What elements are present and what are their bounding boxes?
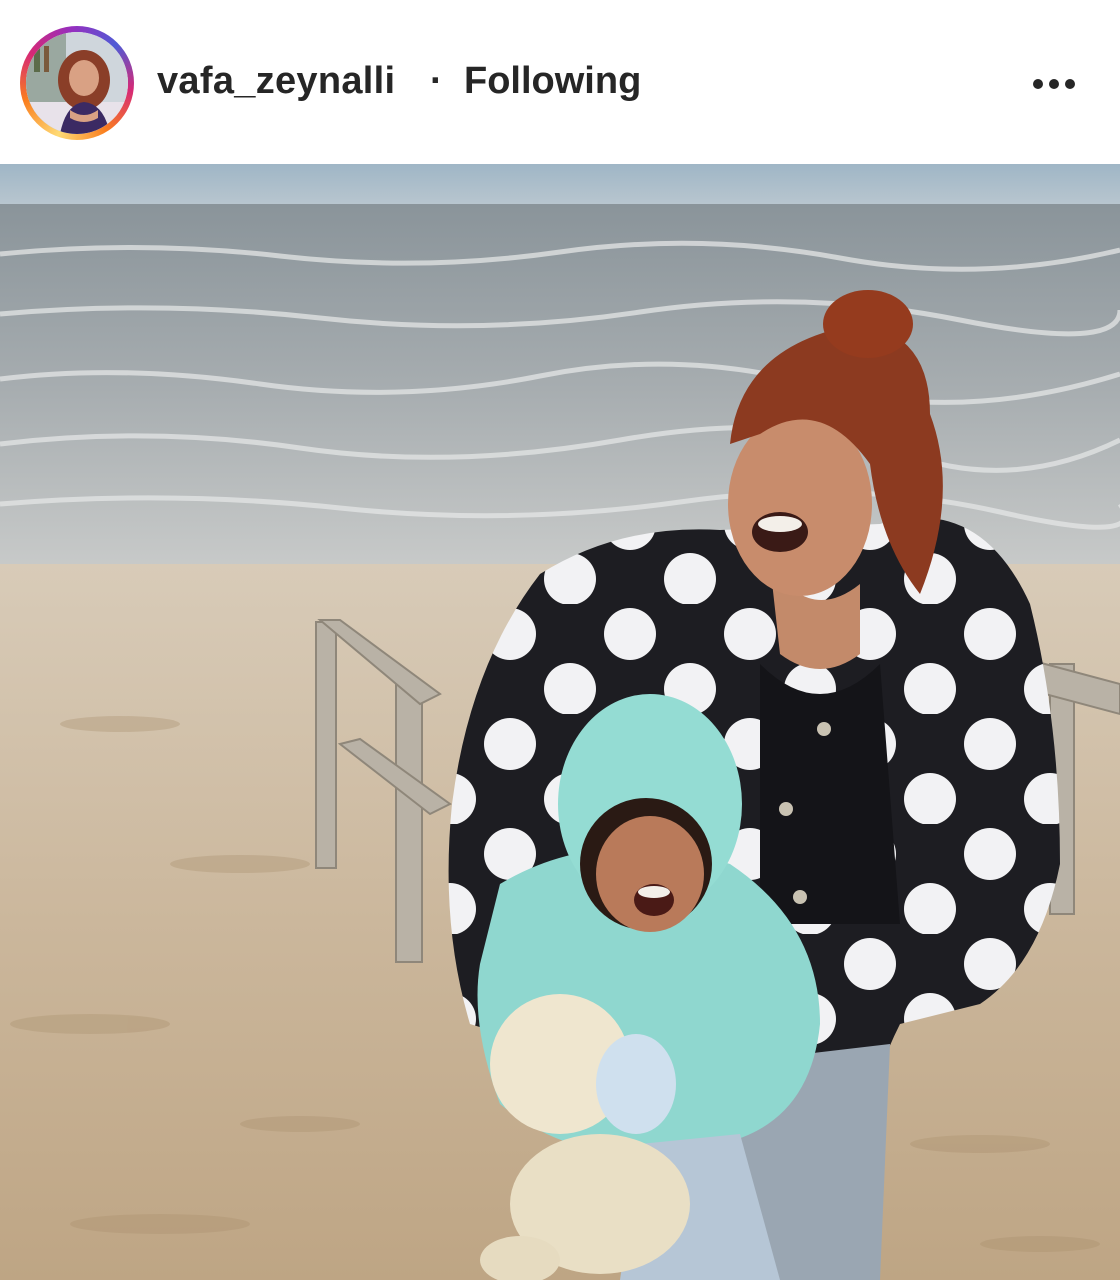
- story-ring[interactable]: [20, 26, 134, 140]
- sky: [0, 164, 1120, 206]
- following-button[interactable]: Following: [464, 60, 641, 103]
- more-options-icon[interactable]: [1030, 70, 1078, 98]
- post-photo[interactable]: [0, 164, 1120, 1280]
- avatar[interactable]: [26, 32, 128, 134]
- sea: [0, 204, 1120, 574]
- post-header: vafa_zeynalli · Following: [0, 0, 1120, 164]
- username-link[interactable]: vafa_zeynalli: [157, 60, 395, 103]
- separator-dot: ·: [430, 60, 443, 102]
